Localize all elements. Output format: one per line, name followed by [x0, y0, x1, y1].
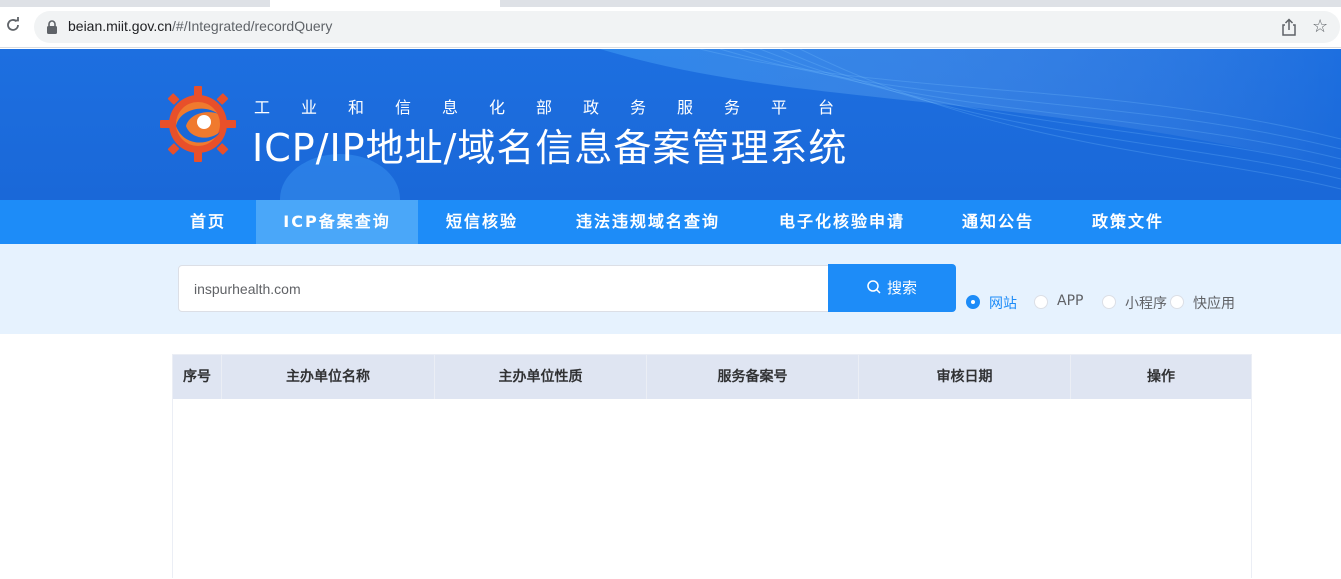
column-header-record-number: 服务备案号 — [647, 355, 859, 399]
lock-icon[interactable] — [46, 20, 58, 34]
nav-item-notices[interactable]: 通知公告 — [948, 200, 1048, 244]
nav-item-illegal-domain-query[interactable]: 违法违规域名查询 — [562, 200, 734, 244]
nav-item-policy-docs[interactable]: 政策文件 — [1078, 200, 1178, 244]
nav-item-home[interactable]: 首页 — [174, 200, 242, 244]
url-path: /#/Integrated/recordQuery — [172, 18, 333, 34]
results-table: 序号 主办单位名称 主办单位性质 服务备案号 审核日期 操作 — [172, 354, 1252, 578]
radio-dot[interactable] — [966, 295, 980, 309]
radio-dot[interactable] — [1170, 295, 1184, 309]
search-input[interactable] — [178, 265, 829, 312]
active-tab[interactable] — [270, 0, 500, 7]
share-icon[interactable] — [1281, 18, 1297, 36]
url-text[interactable]: beian.miit.gov.cn/#/Integrated/recordQue… — [68, 18, 332, 34]
tab-strip — [0, 0, 1341, 7]
radio-label: 网站 — [989, 296, 1017, 312]
nav-item-icp-query[interactable]: ICP备案查询 — [256, 200, 418, 244]
column-header-organizer-type: 主办单位性质 — [435, 355, 647, 399]
browser-toolbar: beian.miit.gov.cn/#/Integrated/recordQue… — [0, 7, 1341, 48]
radio-label: 快应用 — [1193, 296, 1235, 312]
url-host: beian.miit.gov.cn — [68, 18, 173, 34]
ministry-subtitle: 工业和信息化部政务服务平台 — [254, 98, 866, 117]
main-nav: 首页 ICP备案查询 短信核验 违法违规域名查询 电子化核验申请 通知公告 政策… — [0, 200, 1341, 244]
radio-dot[interactable] — [1034, 295, 1048, 309]
bookmark-star-icon[interactable]: ☆ — [1312, 16, 1328, 37]
radio-dot[interactable] — [1102, 295, 1116, 309]
search-button-label: 搜索 — [886, 279, 917, 297]
nav-item-e-verify-apply[interactable]: 电子化核验申请 — [764, 200, 920, 244]
radio-label: APP — [1057, 293, 1084, 309]
reload-icon[interactable] — [4, 16, 22, 34]
site-header: 工业和信息化部政务服务平台 ICP/IP地址/域名信息备案管理系统 — [0, 49, 1341, 200]
system-title: ICP/IP地址/域名信息备案管理系统 — [252, 126, 848, 170]
search-panel: 搜索 网站 APP 小程序 快应用 — [0, 244, 1341, 334]
nav-item-sms-verify[interactable]: 短信核验 — [432, 200, 532, 244]
miit-logo-icon — [160, 86, 236, 162]
table-body — [173, 399, 1251, 579]
column-header-index: 序号 — [173, 355, 222, 399]
column-header-actions: 操作 — [1147, 369, 1175, 385]
table-header: 序号 主办单位名称 主办单位性质 服务备案号 审核日期 操作 — [173, 355, 1251, 399]
search-icon — [867, 280, 881, 294]
column-header-review-date: 审核日期 — [859, 355, 1071, 399]
column-header-organizer-name: 主办单位名称 — [222, 355, 435, 399]
search-button[interactable]: 搜索 — [828, 264, 956, 312]
address-bar[interactable]: beian.miit.gov.cn/#/Integrated/recordQue… — [34, 11, 1340, 43]
radio-label: 小程序 — [1125, 296, 1167, 312]
